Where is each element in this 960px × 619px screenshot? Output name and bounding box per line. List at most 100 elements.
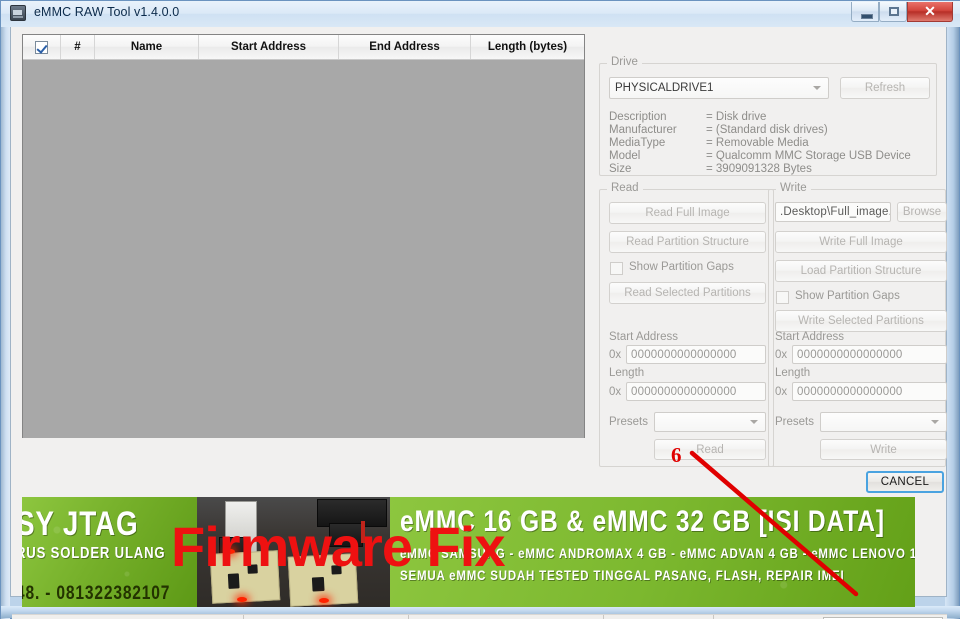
write-start-address-input[interactable]: 0000000000000000: [792, 345, 947, 364]
drive-info-key: Size: [609, 163, 632, 175]
read-show-partition-gaps-checkbox[interactable]: [610, 262, 623, 275]
browse-button[interactable]: Browse: [897, 202, 947, 222]
app-chip-icon: [10, 5, 26, 21]
banner-left-sub: RUS SOLDER ULANG: [22, 545, 166, 562]
read-start-address-input[interactable]: 0000000000000000: [626, 345, 766, 364]
status-cell: Status : Writing full image ...: [12, 614, 244, 619]
chevron-down-icon: [813, 86, 821, 90]
write-presets-select[interactable]: [820, 412, 947, 432]
drive-info-value: = (Standard disk drives): [706, 124, 828, 136]
banner-left-title: SY JTAG: [22, 505, 139, 543]
photo-chip: [331, 565, 342, 575]
drive-info-value: = Qualcomm MMC Storage USB Device: [706, 150, 911, 162]
write-length-prefix: 0x: [775, 386, 788, 398]
banner-right-panel: eMMC 16 GB & eMMC 32 GB [ISI DATA] eMMC …: [390, 497, 915, 607]
drive-group-legend: Drive: [607, 56, 642, 68]
partition-listview[interactable]: # Name Start Address End Address Length …: [22, 34, 585, 438]
write-selected-partitions-button[interactable]: Write Selected Partitions: [775, 310, 947, 332]
photo-red-wire: [361, 521, 365, 543]
write-full-image-button[interactable]: Write Full Image: [775, 231, 947, 253]
chevron-down-icon: [750, 420, 758, 424]
column-header-start-address[interactable]: Start Address: [199, 35, 339, 59]
write-button[interactable]: Write: [820, 439, 947, 460]
annotation-step-number: 6: [671, 443, 682, 467]
partition-cell: Partition : -: [409, 614, 604, 619]
photo-pcb-left: [209, 550, 281, 604]
select-all-checkbox[interactable]: [35, 40, 48, 54]
drive-info-value: = 3909091328 Bytes: [706, 163, 812, 175]
speed-cell: Speed : 4.6 MB/s: [604, 614, 714, 619]
banner-right-sub2: SEMUA eMMC SUDAH TESTED TINGGAL PASANG, …: [400, 567, 845, 583]
photo-led-right: [319, 598, 329, 603]
window-glass-left-edge: [1, 1, 10, 619]
photo-led-center: [237, 597, 247, 602]
client-area: # Name Start Address End Address Length …: [10, 27, 947, 619]
banner-left-phone: 48. - 081322382107: [22, 583, 171, 604]
read-full-image-button[interactable]: Read Full Image: [609, 202, 766, 224]
drive-info-value: = Removable Media: [706, 137, 809, 149]
read-presets-select[interactable]: [654, 412, 766, 432]
progress-cell: Progress : 2 %: [714, 615, 824, 619]
column-header-select-all[interactable]: [23, 35, 61, 59]
drive-info-value: = Disk drive: [706, 111, 767, 123]
photo-chip: [227, 573, 240, 589]
read-presets-label: Presets: [609, 416, 648, 428]
banner-right-sub1: eMMC SAMSUNG - eMMC ANDROMAX 4 GB - eMMC…: [400, 545, 915, 561]
write-length-input[interactable]: 0000000000000000: [792, 382, 947, 401]
column-header-end-address[interactable]: End Address: [339, 35, 471, 59]
status-bar: Status : Writing full image ... Address …: [12, 614, 947, 619]
write-file-path-input[interactable]: .Desktop\Full_image.bin: [775, 202, 891, 222]
read-partition-structure-button[interactable]: Read Partition Structure: [609, 231, 766, 253]
banner-photo-panel: [197, 497, 390, 607]
read-length-input[interactable]: 0000000000000000: [626, 382, 766, 401]
write-group-legend: Write: [776, 182, 811, 194]
column-header-name[interactable]: Name: [95, 35, 199, 59]
close-button[interactable]: ✕: [907, 2, 953, 22]
drive-select-value: PHYSICALDRIVE1: [615, 82, 714, 94]
read-length-label: Length: [609, 367, 645, 379]
read-start-address-label: Start Address: [609, 331, 679, 343]
write-presets-label: Presets: [775, 416, 814, 428]
load-partition-structure-button[interactable]: Load Partition Structure: [775, 260, 947, 282]
window-controls: ✕: [851, 2, 953, 22]
drive-select[interactable]: PHYSICALDRIVE1: [609, 77, 829, 99]
drive-info-key: Description: [609, 111, 667, 123]
advertisement-banner[interactable]: SY JTAG RUS SOLDER ULANG 48. - 081322382…: [22, 497, 915, 607]
column-header-index[interactable]: #: [61, 35, 95, 59]
banner-right-title: eMMC 16 GB & eMMC 32 GB [ISI DATA]: [400, 505, 885, 538]
photo-chip: [311, 576, 325, 592]
read-start-address-prefix: 0x: [609, 349, 622, 361]
write-show-partition-gaps-checkbox[interactable]: [776, 291, 789, 304]
minimize-button[interactable]: [851, 2, 879, 22]
refresh-button[interactable]: Refresh: [840, 77, 930, 99]
maximize-button[interactable]: [879, 2, 907, 22]
partition-list-body[interactable]: [23, 60, 584, 438]
column-header-length[interactable]: Length (bytes): [471, 35, 584, 59]
read-show-partition-gaps-label: Show Partition Gaps: [629, 261, 734, 273]
cancel-button[interactable]: CANCEL: [866, 471, 944, 493]
photo-chip: [247, 564, 258, 574]
write-start-address-prefix: 0x: [775, 349, 788, 361]
write-show-partition-gaps-label: Show Partition Gaps: [795, 290, 900, 302]
partition-list-header: # Name Start Address End Address Length …: [23, 35, 584, 60]
photo-connector-2: [329, 523, 363, 547]
window-glass-right-edge: [945, 1, 959, 619]
drive-info-key: Manufacturer: [609, 124, 677, 136]
write-start-address-label: Start Address: [775, 331, 845, 343]
read-selected-partitions-button[interactable]: Read Selected Partitions: [609, 282, 766, 304]
address-cell: Address : 0x0000000005A00000: [244, 614, 409, 619]
drive-group: Drive PHYSICALDRIVE1 Refresh Description…: [599, 56, 937, 176]
read-group-legend: Read: [607, 182, 643, 194]
write-group: Write .Desktop\Full_image.bin Browse Wri…: [768, 182, 947, 467]
chevron-down-icon: [931, 420, 939, 424]
read-length-prefix: 0x: [609, 386, 622, 398]
application-window: eMMC RAW Tool v1.4.0.0 ✕ # Name Start Ad…: [0, 0, 960, 619]
banner-left-panel: SY JTAG RUS SOLDER ULANG 48. - 081322382…: [22, 497, 197, 607]
write-length-label: Length: [775, 367, 811, 379]
photo-led-left: [225, 549, 235, 554]
window-title: eMMC RAW Tool v1.4.0.0: [34, 5, 180, 19]
drive-info-key: MediaType: [609, 137, 666, 149]
title-bar[interactable]: eMMC RAW Tool v1.4.0.0 ✕: [1, 1, 960, 27]
drive-info-key: Model: [609, 150, 641, 162]
screenshot-root: eMMC RAW Tool v1.4.0.0 ✕ # Name Start Ad…: [0, 0, 960, 619]
